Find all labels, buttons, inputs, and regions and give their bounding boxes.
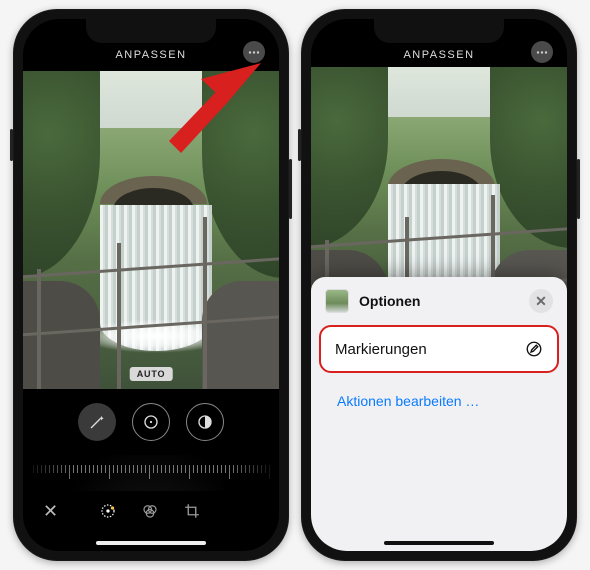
home-indicator[interactable] <box>96 541 206 545</box>
brilliance-button[interactable] <box>186 403 224 441</box>
header-title: ANPASSEN <box>115 49 186 61</box>
auto-badge[interactable]: AUTO <box>130 367 173 381</box>
notch <box>374 19 504 43</box>
magic-wand-icon <box>88 413 106 431</box>
exposure-icon <box>142 413 160 431</box>
screen-right: ANPASSEN Optionen <box>311 19 567 551</box>
more-button[interactable] <box>531 41 553 63</box>
cancel-button[interactable]: ✕ <box>43 502 58 520</box>
filters-icon <box>141 502 159 520</box>
close-sheet-button[interactable]: ✕ <box>529 289 553 313</box>
photo-thumbnail <box>325 289 349 313</box>
exposure-dial-button[interactable] <box>132 403 170 441</box>
phone-right: ANPASSEN Optionen <box>301 9 577 561</box>
screen-left: ANPASSEN AUTO <box>23 19 279 551</box>
options-sheet: Optionen ✕ Markierungen Aktionen bearbei… <box>311 277 567 551</box>
crop-icon <box>183 502 201 520</box>
ellipsis-icon <box>248 51 260 54</box>
phone-left: ANPASSEN AUTO <box>13 9 289 561</box>
adjust-tab[interactable] <box>98 501 118 521</box>
edit-actions-link[interactable]: Aktionen bearbeiten … <box>325 383 553 419</box>
adjustment-dial[interactable] <box>23 455 279 491</box>
markup-label: Markierungen <box>335 341 427 358</box>
markup-pen-icon <box>525 340 543 358</box>
header-title: ANPASSEN <box>403 49 474 61</box>
more-button[interactable] <box>243 41 265 63</box>
filters-tab[interactable] <box>140 501 160 521</box>
sheet-title: Optionen <box>359 293 519 309</box>
ellipsis-icon <box>536 51 548 54</box>
home-indicator[interactable] <box>384 541 494 545</box>
magic-wand-button[interactable] <box>78 403 116 441</box>
brilliance-icon <box>196 413 214 431</box>
sheet-header: Optionen ✕ <box>325 289 553 313</box>
crop-tab[interactable] <box>182 501 202 521</box>
notch <box>86 19 216 43</box>
markup-action[interactable]: Markierungen <box>321 327 557 371</box>
tool-row <box>23 389 279 455</box>
adjust-dial-icon <box>99 502 117 520</box>
bottom-toolbar: ✕ <box>23 491 279 531</box>
photo-preview: AUTO <box>23 71 279 389</box>
